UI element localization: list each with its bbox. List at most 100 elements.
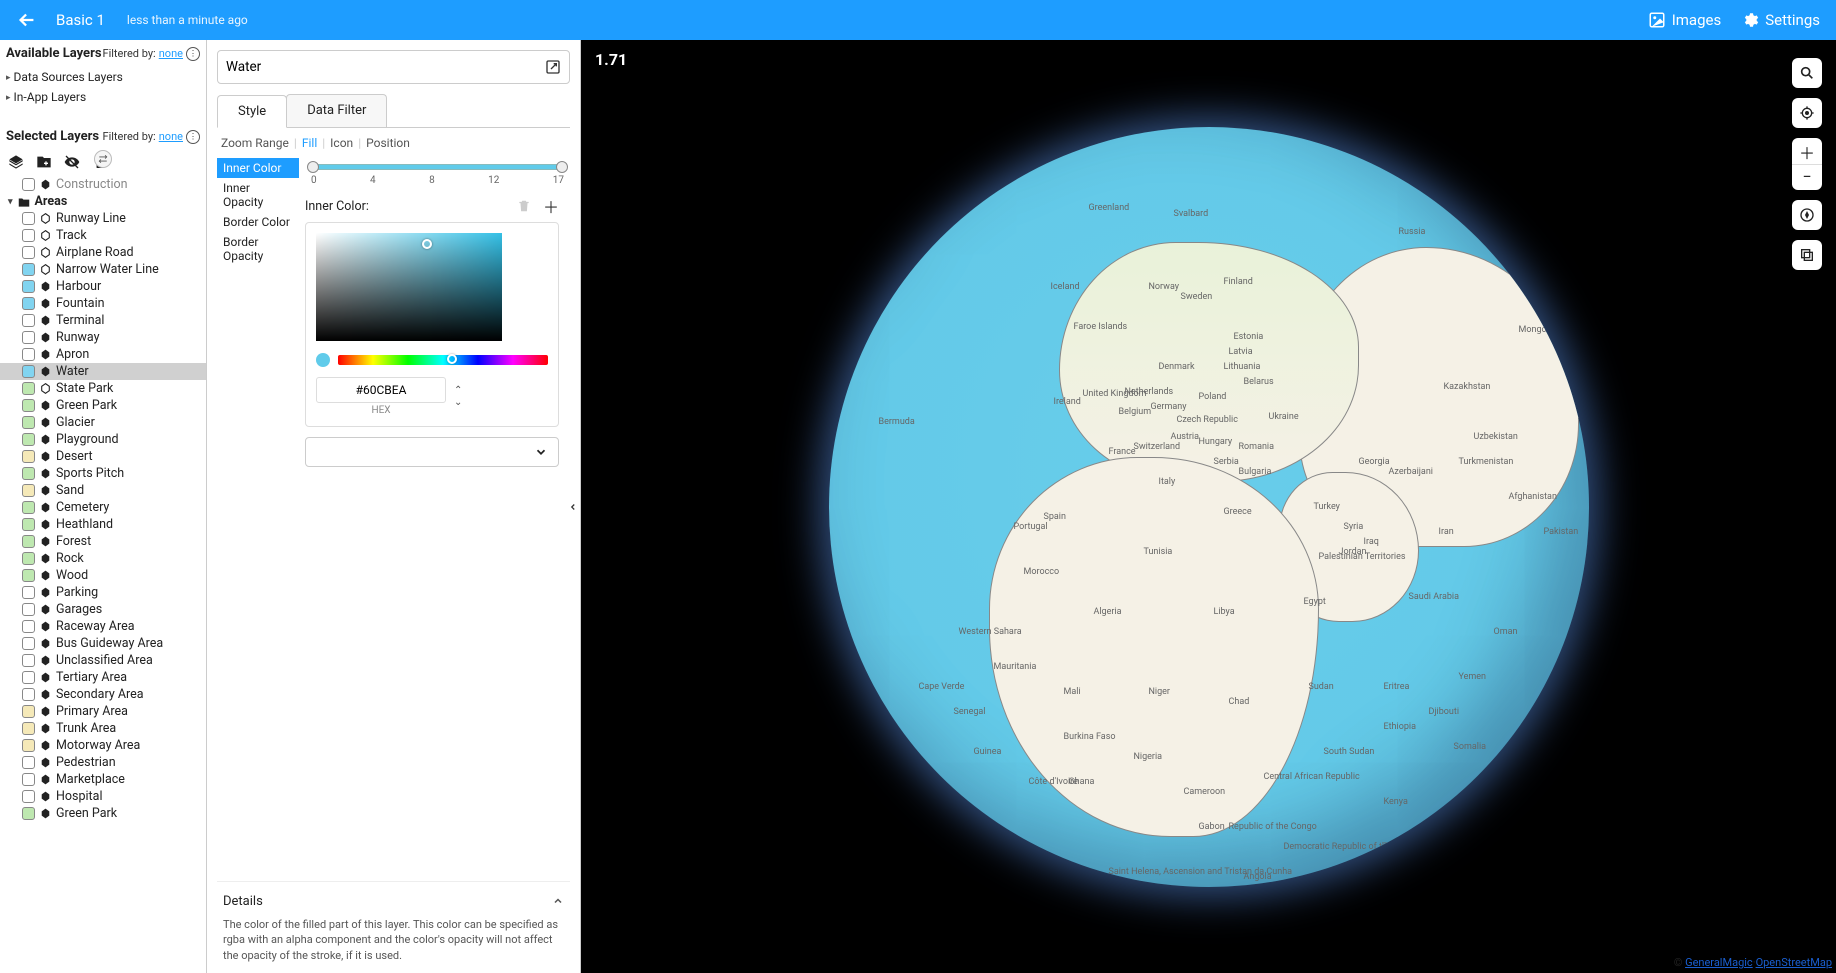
selected-filter[interactable]: Filtered by: none ⋮ bbox=[102, 130, 200, 144]
slider-handle-max[interactable] bbox=[556, 161, 568, 173]
hue-handle[interactable] bbox=[447, 354, 457, 364]
chevron-up-icon[interactable]: ⌃ bbox=[454, 385, 462, 396]
available-filter[interactable]: Filtered by: none ⋮ bbox=[102, 47, 200, 61]
opt-inner-opacity[interactable]: Inner Opacity bbox=[217, 178, 299, 212]
collapse-details-icon[interactable] bbox=[552, 895, 564, 907]
list-item[interactable]: Construction bbox=[0, 176, 206, 193]
format-stepper[interactable]: ⌃ ⌄ bbox=[454, 385, 462, 408]
split-handle[interactable] bbox=[94, 150, 112, 168]
layers-tree[interactable]: Construction▾AreasRunway LineTrackAirpla… bbox=[0, 176, 206, 973]
list-item[interactable]: Terminal bbox=[0, 312, 206, 329]
list-item[interactable]: Green Park bbox=[0, 805, 206, 822]
view-3d-button[interactable] bbox=[1792, 240, 1822, 270]
list-item[interactable]: Primary Area bbox=[0, 703, 206, 720]
list-item[interactable]: Wood bbox=[0, 567, 206, 584]
list-item[interactable]: State Park bbox=[0, 380, 206, 397]
layer-label: Desert bbox=[56, 449, 93, 464]
shape-icon bbox=[39, 620, 52, 633]
images-button[interactable]: Images bbox=[1648, 11, 1722, 29]
list-item[interactable]: Green Park bbox=[0, 397, 206, 414]
layer-label: Green Park bbox=[56, 398, 117, 413]
tab-data-filter[interactable]: Data Filter bbox=[286, 94, 387, 127]
list-item[interactable]: Runway bbox=[0, 329, 206, 346]
available-layer-item[interactable]: Data Sources Layers bbox=[0, 67, 206, 87]
list-item[interactable]: Apron bbox=[0, 346, 206, 363]
list-item[interactable]: Hospital bbox=[0, 788, 206, 805]
list-item[interactable]: Cemetery bbox=[0, 499, 206, 516]
layers-icon[interactable] bbox=[8, 154, 24, 170]
available-layer-item[interactable]: In-App Layers bbox=[0, 87, 206, 107]
subtab-position[interactable]: Position bbox=[366, 136, 410, 150]
chevron-down-icon[interactable]: ⌄ bbox=[454, 397, 462, 408]
opt-border-color[interactable]: Border Color bbox=[217, 212, 299, 232]
locate-button[interactable] bbox=[1792, 98, 1822, 128]
list-item[interactable]: Playground bbox=[0, 431, 206, 448]
list-item[interactable]: Sports Pitch bbox=[0, 465, 206, 482]
style-dropdown[interactable] bbox=[305, 437, 559, 467]
shape-icon bbox=[39, 365, 52, 378]
list-item[interactable]: Water bbox=[0, 363, 206, 380]
list-item[interactable]: Runway Line bbox=[0, 210, 206, 227]
shape-icon bbox=[39, 280, 52, 293]
satval-cursor[interactable] bbox=[422, 239, 432, 249]
edit-icon[interactable] bbox=[545, 59, 561, 75]
list-item[interactable]: Motorway Area bbox=[0, 737, 206, 754]
hex-input[interactable] bbox=[316, 377, 446, 403]
globe[interactable]: IcelandGreenlandSvalbardNorwaySwedenFinl… bbox=[829, 127, 1589, 887]
panel-collapse-handle[interactable] bbox=[565, 487, 581, 527]
list-item[interactable]: Desert bbox=[0, 448, 206, 465]
list-item[interactable]: Unclassified Area bbox=[0, 652, 206, 669]
list-item[interactable]: Parking bbox=[0, 584, 206, 601]
value-range-slider[interactable] bbox=[311, 160, 564, 174]
subtab-fill[interactable]: Fill bbox=[302, 136, 317, 150]
compass-button[interactable] bbox=[1792, 200, 1822, 230]
list-item[interactable]: Forest bbox=[0, 533, 206, 550]
list-item[interactable]: Airplane Road bbox=[0, 244, 206, 261]
layer-label: Terminal bbox=[56, 313, 104, 328]
search-map-button[interactable] bbox=[1792, 58, 1822, 88]
list-item[interactable]: Track bbox=[0, 227, 206, 244]
layer-group-areas[interactable]: ▾Areas bbox=[0, 193, 206, 210]
list-item[interactable]: Harbour bbox=[0, 278, 206, 295]
layer-name-input[interactable] bbox=[226, 59, 545, 75]
list-item[interactable]: Narrow Water Line bbox=[0, 261, 206, 278]
zoom-in-button[interactable]: ＋ bbox=[1792, 140, 1822, 164]
folder-add-icon[interactable] bbox=[36, 154, 52, 170]
list-item[interactable]: Glacier bbox=[0, 414, 206, 431]
zoom-out-button[interactable]: − bbox=[1792, 164, 1822, 188]
visibility-off-icon[interactable] bbox=[64, 154, 80, 170]
opt-inner-color[interactable]: Inner Color bbox=[217, 158, 299, 178]
settings-button[interactable]: Settings bbox=[1741, 11, 1820, 29]
saturation-value-field[interactable] bbox=[316, 233, 502, 341]
list-item[interactable]: Fountain bbox=[0, 295, 206, 312]
country-label: Republic of the Congo bbox=[1229, 822, 1317, 832]
list-item[interactable]: Raceway Area bbox=[0, 618, 206, 635]
list-item[interactable]: Secondary Area bbox=[0, 686, 206, 703]
opt-border-opacity[interactable]: Border Opacity bbox=[217, 232, 299, 266]
attribution-generalmagic[interactable]: GeneralMagic bbox=[1685, 956, 1753, 969]
list-item[interactable]: Sand bbox=[0, 482, 206, 499]
slider-handle-min[interactable] bbox=[307, 161, 319, 173]
shape-icon bbox=[39, 484, 52, 497]
list-item[interactable]: Garages bbox=[0, 601, 206, 618]
subtab-icon[interactable]: Icon bbox=[330, 136, 353, 150]
delete-stop-icon[interactable] bbox=[517, 199, 531, 213]
list-item[interactable]: Rock bbox=[0, 550, 206, 567]
map-preview[interactable]: 1.71 IcelandGreenlandSvalbardNorwaySwede… bbox=[581, 40, 1836, 973]
list-item[interactable]: Trunk Area bbox=[0, 720, 206, 737]
attribution-osm[interactable]: OpenStreetMap bbox=[1756, 956, 1832, 969]
add-stop-icon[interactable]: ＋ bbox=[543, 194, 559, 218]
hex-label: HEX bbox=[316, 405, 446, 416]
list-item[interactable]: Heathland bbox=[0, 516, 206, 533]
subtab-zoom[interactable]: Zoom Range bbox=[221, 136, 289, 150]
list-item[interactable]: Bus Guideway Area bbox=[0, 635, 206, 652]
search-icon bbox=[1799, 65, 1815, 81]
hue-slider[interactable] bbox=[338, 355, 548, 365]
layer-name-field[interactable] bbox=[217, 50, 570, 84]
list-item[interactable]: Tertiary Area bbox=[0, 669, 206, 686]
list-item[interactable]: Marketplace bbox=[0, 771, 206, 788]
tab-style[interactable]: Style bbox=[217, 95, 287, 128]
back-button[interactable] bbox=[16, 9, 38, 31]
layer-label: Track bbox=[56, 228, 87, 243]
list-item[interactable]: Pedestrian bbox=[0, 754, 206, 771]
